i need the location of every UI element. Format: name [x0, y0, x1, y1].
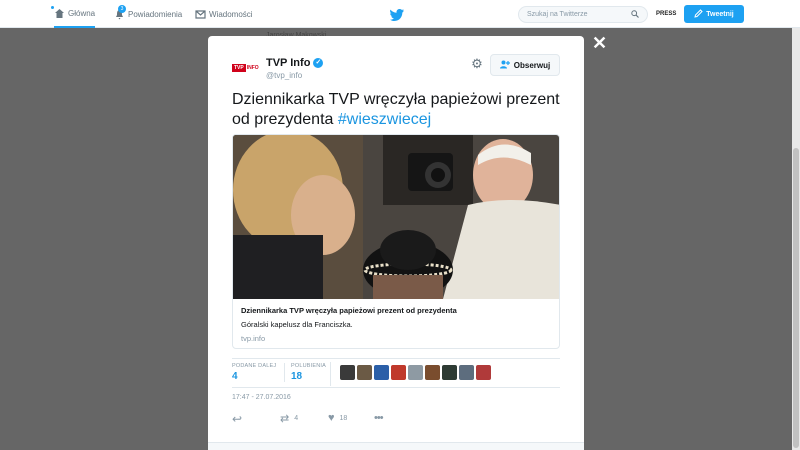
retweet-action-count: 4	[294, 415, 299, 422]
retweet-icon: ⇄	[280, 413, 290, 425]
retweets-label: PODANE DALEJ	[232, 363, 277, 369]
tweet-compose-button[interactable]: Tweetnij	[684, 5, 744, 23]
nav-notifications[interactable]: 3 Powiadomienia	[114, 0, 182, 28]
info-logo-text: INFO	[246, 64, 259, 71]
follow-button-label: Obserwuj	[513, 60, 551, 70]
hashtag-link[interactable]: #wieszwiecej	[338, 111, 431, 128]
top-navigation-bar: Główna 3 Powiadomienia Wiadomości Szukaj…	[0, 0, 800, 28]
more-icon: •••	[374, 412, 384, 424]
nav-notifications-label: Powiadomienia	[128, 9, 183, 19]
verified-badge-icon: ✓	[313, 58, 324, 68]
compose-icon	[694, 8, 703, 20]
add-user-icon	[499, 60, 510, 71]
nav-home[interactable]: Główna	[54, 0, 96, 28]
liker-avatar[interactable]	[391, 365, 406, 380]
liker-avatar[interactable]	[408, 365, 423, 380]
reply-button[interactable]: ↩	[232, 412, 242, 426]
liker-avatar[interactable]	[357, 365, 372, 380]
tweet-timestamp[interactable]: 17:47 - 27.07.2016	[232, 394, 291, 401]
liker-avatar[interactable]	[459, 365, 474, 380]
like-action-count: 18	[339, 414, 348, 422]
liker-avatars	[340, 365, 491, 380]
search-placeholder: Szukaj na Twitterze	[527, 11, 588, 18]
scrollbar-thumb[interactable]	[793, 148, 799, 448]
link-preview-card[interactable]: Dziennikarka TVP wręczyła papieżowi prez…	[232, 134, 560, 349]
search-input[interactable]: Szukaj na Twitterze	[518, 6, 648, 23]
gear-icon[interactable]: ⚙	[470, 57, 484, 71]
user-avatar[interactable]: PRESS	[656, 7, 676, 21]
retweet-button[interactable]: ⇄ 4	[280, 412, 298, 425]
page-scrollbar[interactable]	[792, 28, 800, 450]
tweet-stats: PODANE DALEJ 4 POLUBIENIA 18	[232, 358, 560, 388]
card-description: Góralski kapelusz dla Franciszka.	[241, 320, 353, 329]
author-name-text: TVP Info	[266, 57, 311, 69]
author-name[interactable]: TVP Info ✓	[266, 57, 324, 69]
stats-divider	[330, 362, 331, 386]
twitter-bird-icon[interactable]	[390, 8, 404, 21]
liker-avatar[interactable]	[476, 365, 491, 380]
card-image[interactable]	[233, 135, 559, 299]
retweets-stat[interactable]: PODANE DALEJ 4	[232, 363, 276, 382]
nav-messages-label: Wiadomości	[209, 9, 253, 19]
home-icon	[54, 8, 65, 19]
tweet-permalink-modal: TVP INFO TVP Info ✓ @tvp_info ⚙ Obserwuj…	[208, 36, 584, 450]
reply-icon: ↩	[232, 412, 243, 426]
likes-label: POLUBIENIA	[291, 363, 327, 369]
tweet-text: Dziennikarka TVP wręczyła papieżowi prez…	[232, 90, 562, 130]
liker-avatar[interactable]	[425, 365, 440, 380]
author-handle[interactable]: @tvp_info	[266, 71, 302, 80]
liker-avatar[interactable]	[340, 365, 355, 380]
nav-messages[interactable]: Wiadomości	[195, 0, 253, 28]
search-icon[interactable]	[631, 9, 639, 20]
follow-button[interactable]: Obserwuj	[490, 54, 560, 76]
notification-badge: 3	[118, 4, 126, 13]
reply-area	[208, 442, 584, 450]
heart-icon: ♥	[328, 412, 335, 424]
close-icon[interactable]: ✕	[592, 34, 607, 52]
author-avatar[interactable]: TVP INFO	[232, 62, 260, 73]
liker-avatar[interactable]	[442, 365, 457, 380]
nav-home-label: Główna	[68, 8, 96, 18]
tweet-button-label: Tweetnij	[706, 10, 734, 18]
tvp-logo-text: TVP	[232, 63, 246, 72]
likes-count: 18	[291, 371, 303, 382]
bell-icon: 3	[114, 4, 126, 20]
like-button[interactable]: ♥ 18	[328, 412, 347, 424]
tweet-actions: ↩ ⇄ 4 ♥ 18 •••	[232, 412, 560, 426]
card-title[interactable]: Dziennikarka TVP wręczyła papieżowi prez…	[241, 306, 457, 315]
more-options-button[interactable]: •••	[374, 412, 384, 424]
liker-avatar[interactable]	[374, 365, 389, 380]
retweets-count: 4	[232, 371, 238, 382]
card-domain[interactable]: tvp.info	[241, 334, 265, 343]
envelope-icon	[195, 9, 206, 20]
likes-stat[interactable]: POLUBIENIA 18	[284, 363, 326, 382]
